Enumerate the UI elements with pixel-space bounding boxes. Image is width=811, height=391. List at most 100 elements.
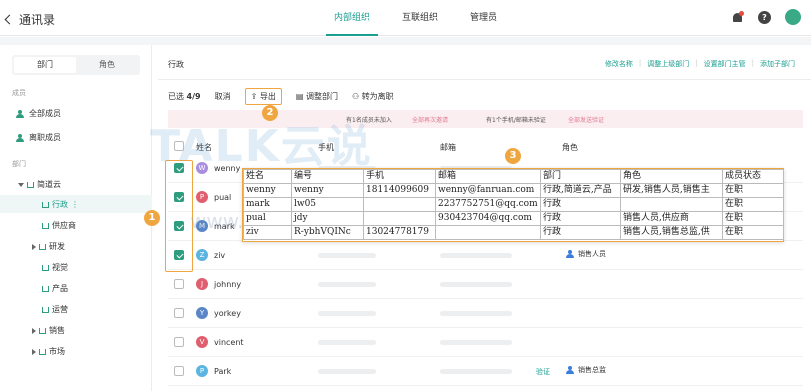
preview-cell: mark <box>243 197 292 212</box>
sidebar-item-left-members[interactable]: 离职成员 <box>16 132 61 143</box>
tree-item-rd[interactable]: 研发 <box>32 241 65 252</box>
preview-cell: 销售人员,销售总监,供 <box>620 225 723 240</box>
tree-item-supplier[interactable]: 供应商 <box>42 220 76 231</box>
preview-cell: 研发,销售人员,销售主 <box>620 183 723 198</box>
role-tag: 销售总监 <box>566 365 606 375</box>
phone-placeholder <box>318 340 376 345</box>
more-icon[interactable]: ⋮ <box>71 200 79 209</box>
member-name[interactable]: vincent <box>214 338 244 347</box>
preview-header-cell: 角色 <box>620 169 723 184</box>
row-checkbox[interactable] <box>174 337 184 347</box>
tree-item-label: 视觉 <box>52 263 68 272</box>
rename-link[interactable]: 修改名称 <box>605 59 633 69</box>
person-icon <box>16 133 24 142</box>
caret-down-icon <box>18 182 24 187</box>
verify-link[interactable]: 验证 <box>536 367 550 377</box>
sidebar-item-label: 离职成员 <box>29 133 61 142</box>
set-manager-link[interactable]: 设置部门主管 <box>704 59 746 69</box>
to-leave-button[interactable]: ⚇ 转为离职 <box>352 91 394 102</box>
preview-cell: 销售人员,供应商 <box>620 211 723 226</box>
tree-item-market[interactable]: 市场 <box>32 346 65 357</box>
member-name[interactable]: yorkey <box>214 309 241 318</box>
cancel-button[interactable]: 取消 <box>215 91 231 102</box>
org-icon <box>39 243 46 250</box>
selected-count: 已选 4/9 <box>168 92 201 101</box>
segment-dept[interactable]: 部门 <box>14 57 76 73</box>
dept-actions: 修改名称 | 调整上级部门 | 设置部门主管 | 添加子部门 <box>604 59 795 69</box>
dept-heading: 部门 <box>12 160 26 168</box>
checkbox-highlight-frame <box>165 160 193 272</box>
phone-placeholder <box>318 369 376 374</box>
table-row[interactable]: P Park 验证 销售总监 <box>168 358 803 386</box>
tree-item-label: 运营 <box>52 305 68 314</box>
org-icon <box>42 222 49 229</box>
preview-cell: ziv <box>243 225 292 240</box>
tree-item-visual[interactable]: 视觉 <box>42 262 68 273</box>
user-avatar[interactable] <box>785 9 801 25</box>
tree-item-label: 行政 <box>52 200 68 209</box>
tree-item-sales[interactable]: 销售 <box>32 325 65 336</box>
member-name[interactable]: pual <box>214 193 231 202</box>
preview-header-cell: 手机 <box>363 169 436 184</box>
segment-role[interactable]: 角色 <box>76 57 138 73</box>
preview-header-cell: 成员状态 <box>722 169 784 184</box>
add-subdept-link[interactable]: 添加子部门 <box>760 59 795 69</box>
col-email: 邮箱 <box>440 143 456 152</box>
col-role: 角色 <box>562 143 578 152</box>
preview-cell: 在职 <box>722 197 784 212</box>
email-placeholder <box>440 253 512 258</box>
email-placeholder <box>440 340 512 345</box>
member-name[interactable]: johnny <box>214 280 241 289</box>
table-row[interactable]: Vvincent <box>168 329 803 357</box>
reinvite-link[interactable]: 全部再次邀请 <box>412 115 448 124</box>
table-row[interactable]: Zziv 销售人员 <box>168 242 803 270</box>
preview-cell <box>620 197 723 212</box>
export-button[interactable]: ⇪ 导出 <box>244 88 282 105</box>
adjust-parent-link[interactable]: 调整上级部门 <box>647 59 689 69</box>
preview-header-cell: 部门 <box>540 169 621 184</box>
tree-item-root[interactable]: 简道云 <box>18 179 61 190</box>
preview-header-row: 姓名 编号 手机 邮箱 部门 角色 成员状态 <box>243 169 784 184</box>
help-icon[interactable]: ? <box>758 10 771 24</box>
preview-cell: 13024778179 <box>363 225 436 240</box>
tree-item-product[interactable]: 产品 <box>42 283 68 294</box>
preview-header-cell: 姓名 <box>243 169 292 184</box>
selection-toolbar: 已选 4/9 取消 ⇪ 导出 ▤ 调整部门 ⚇ 转为离职 <box>168 88 394 105</box>
preview-cell <box>363 197 436 212</box>
notification-bell-icon[interactable] <box>732 10 744 24</box>
role-icon <box>566 249 575 259</box>
preview-cell: lw05 <box>291 197 364 212</box>
caret-right-icon <box>32 243 36 250</box>
org-icon <box>42 201 49 208</box>
top-tabs: 内部组织 互联组织 管理员 <box>318 0 513 36</box>
sidebar-item-all-members[interactable]: 全部成员 <box>16 108 61 119</box>
back-button[interactable]: 通讯录 <box>4 11 55 28</box>
org-icon <box>42 264 49 271</box>
preview-cell <box>363 211 436 226</box>
row-checkbox[interactable] <box>174 308 184 318</box>
tree-item-label: 研发 <box>49 242 65 251</box>
tree-item-admin[interactable]: 行政 ⋮ <box>42 199 79 210</box>
tab-admin[interactable]: 管理员 <box>454 0 513 36</box>
tab-internal-org[interactable]: 内部组织 <box>318 0 386 36</box>
member-name[interactable]: Park <box>214 367 231 376</box>
watermark-logo: TALK云说 <box>150 121 373 172</box>
adjust-dept-button[interactable]: ▤ 调整部门 <box>296 91 338 102</box>
preview-header-cell: 邮箱 <box>435 169 541 184</box>
preview-cell: 18114099609 <box>363 183 436 198</box>
send-verify-link[interactable]: 全部发送验证 <box>568 115 604 124</box>
row-checkbox[interactable] <box>174 279 184 289</box>
preview-row: pual jdy 930423704@qq.com 行政 销售人员,供应商 在职 <box>243 211 784 226</box>
divider <box>0 37 811 45</box>
tree-item-ops[interactable]: 运营 <box>42 304 68 315</box>
table-row[interactable]: Yyorkey <box>168 300 803 328</box>
table-row[interactable]: Jjohnny <box>168 271 803 299</box>
preview-cell: 在职 <box>722 183 784 198</box>
row-checkbox[interactable] <box>174 366 184 376</box>
tab-connected-org[interactable]: 互联组织 <box>386 0 454 36</box>
export-preview-table: 姓名 编号 手机 邮箱 部门 角色 成员状态 wenny wenny 18114099609 wen… <box>242 168 784 242</box>
role-icon <box>566 365 575 375</box>
email-placeholder <box>440 311 512 316</box>
preview-cell: 在职 <box>722 211 784 226</box>
member-name[interactable]: ziv <box>214 251 225 260</box>
